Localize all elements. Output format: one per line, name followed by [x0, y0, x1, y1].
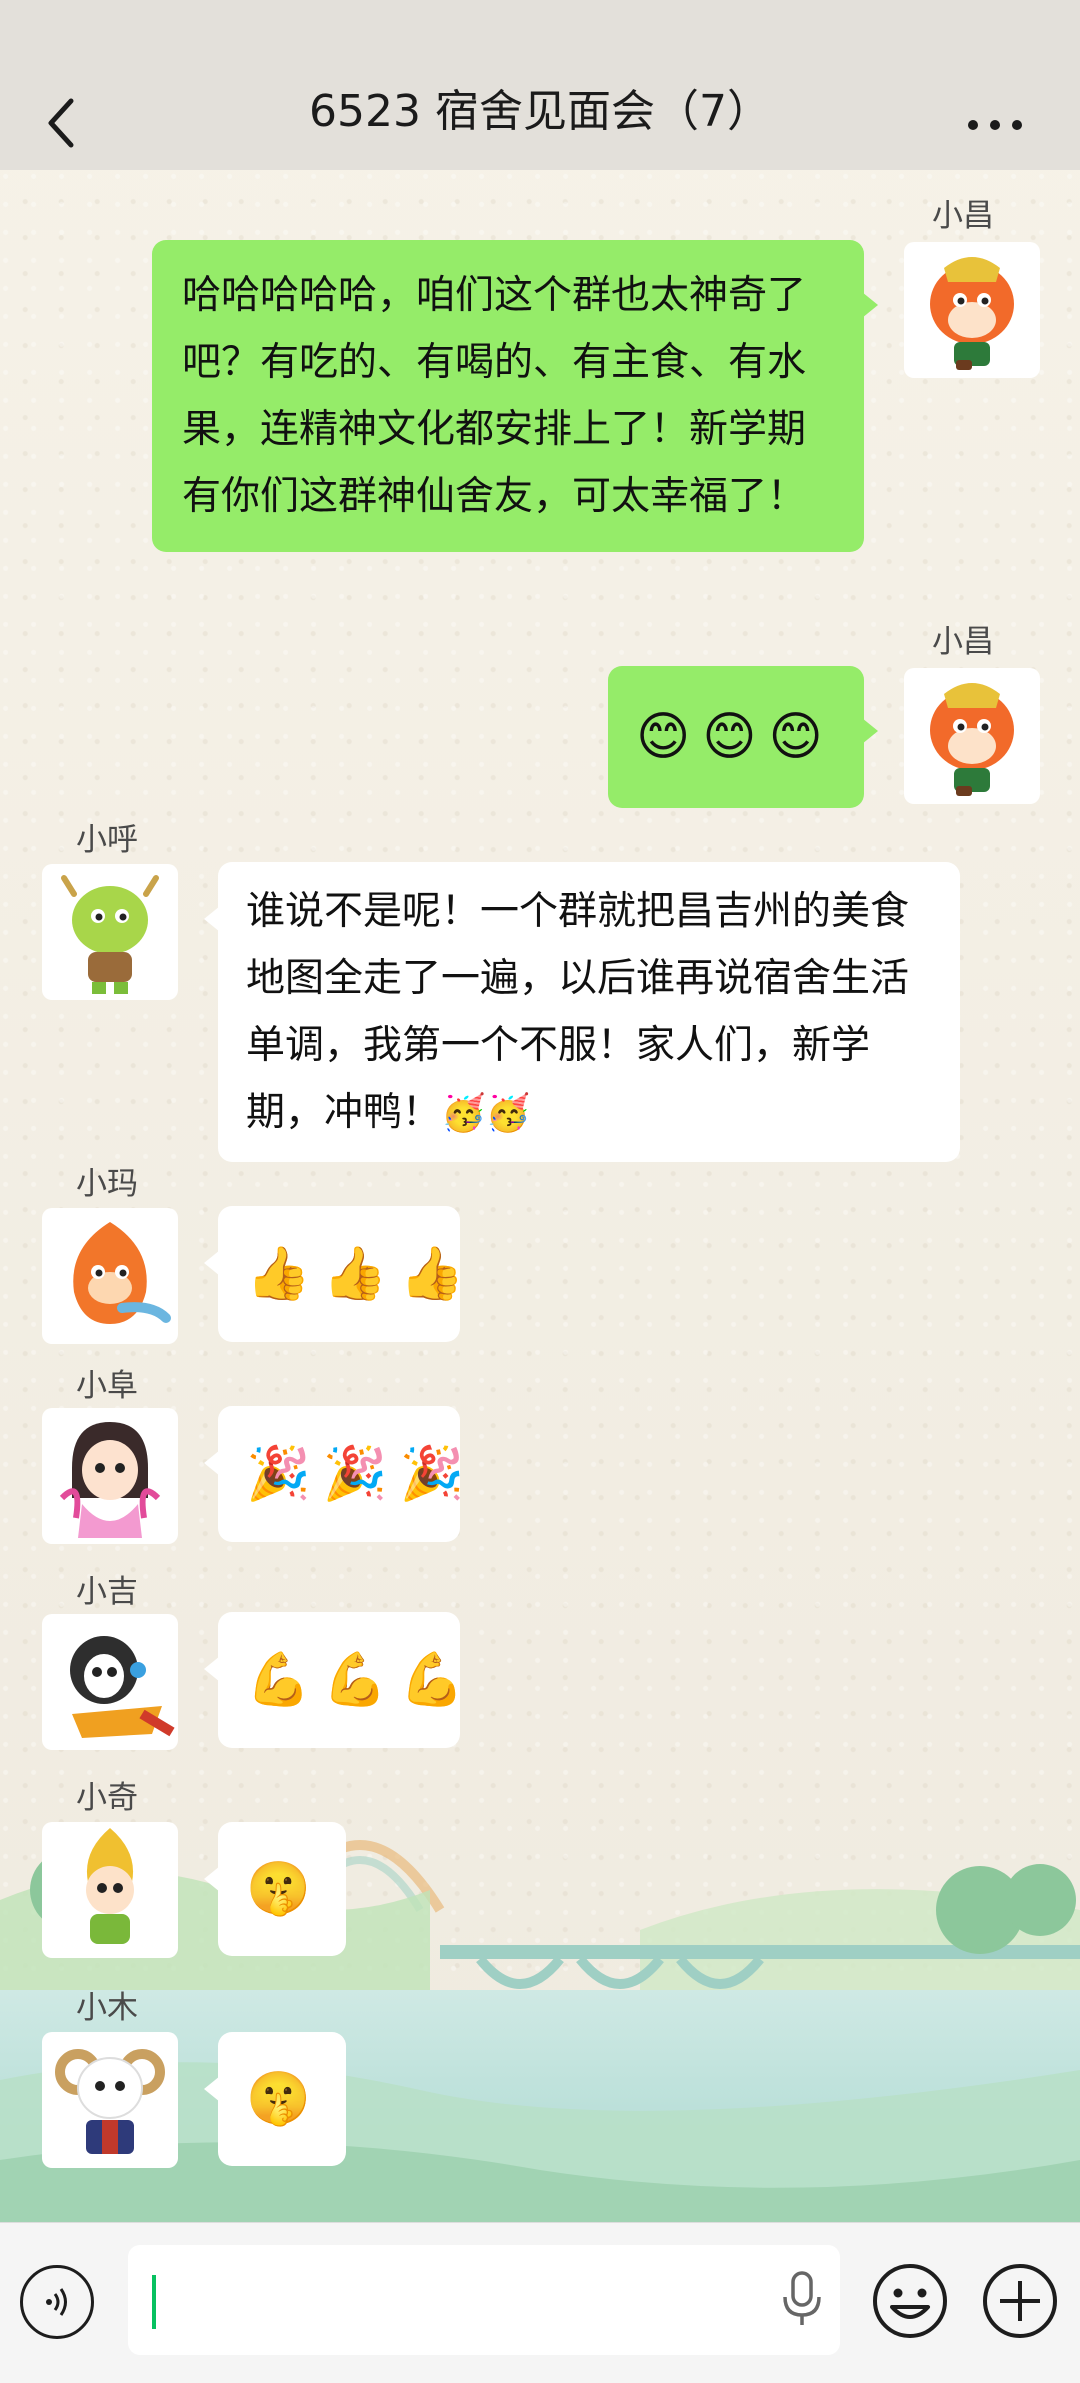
- avatar-xiaochang[interactable]: [904, 668, 1040, 804]
- sender-name: 小呼: [76, 822, 138, 858]
- sender-name: 小木: [76, 1990, 138, 2026]
- more-dot-icon: [990, 120, 1000, 130]
- voice-mode-button[interactable]: [20, 2265, 94, 2339]
- message-bubble[interactable]: 🤫: [204, 1822, 346, 1956]
- message-text: 谁说不是呢！一个群就把昌吉州的美食地图全走了一遍，以后谁再说宿舍生活单调，我第一…: [246, 889, 910, 1135]
- more-dot-icon: [1012, 120, 1022, 130]
- sender-name: 小昌: [932, 198, 994, 234]
- avatar-xiaomu[interactable]: [42, 2032, 178, 2168]
- sender-name: 小阜: [76, 1368, 138, 1404]
- more-dot-icon: [968, 120, 978, 130]
- smile-emoji: 😊: [636, 707, 691, 767]
- chat-title: 6523 宿舍见面会（7）: [309, 86, 771, 137]
- chevron-left-icon: [48, 98, 74, 148]
- more-actions-button[interactable]: [980, 2261, 1060, 2341]
- voice-wave-icon: [46, 2288, 67, 2316]
- party-popper-emoji: 🎉: [246, 1444, 311, 1504]
- partying-face-emoji: 🥳: [485, 1093, 531, 1134]
- smile-emoji: 😊: [768, 707, 823, 767]
- partying-face-emoji: 🥳: [441, 1093, 486, 1134]
- black-sheep-mascot-avatar-icon: [70, 1636, 175, 1738]
- message-bubble[interactable]: 🎉 🎉 🎉: [204, 1406, 464, 1542]
- horse-mascot-avatar-icon: [930, 257, 1014, 370]
- avatar-xiaohu[interactable]: [42, 864, 178, 1000]
- girl-mascot-avatar-icon: [59, 1422, 161, 1538]
- avatar-xiaoqi[interactable]: [42, 1822, 178, 1958]
- sender-name: 小吉: [76, 1574, 138, 1610]
- flexed-biceps-emoji: 💪: [322, 1650, 388, 1710]
- thumbs-up-emoji: 👍: [246, 1244, 311, 1304]
- plus-circle-icon: [983, 2264, 1057, 2338]
- party-popper-emoji: 🎉: [322, 1444, 388, 1504]
- message-text: 哈哈哈哈哈，咱们这个群也太神奇了吧？有吃的、有喝的、有主食、有水果，连精神文化都…: [182, 273, 807, 519]
- thumbs-up-emoji: 👍: [399, 1244, 465, 1304]
- thumbs-up-emoji: 👍: [322, 1244, 388, 1304]
- sender-name: 小玛: [76, 1166, 138, 1202]
- shushing-face-emoji: 🤫: [246, 1859, 311, 1919]
- text-cursor: [152, 2275, 156, 2329]
- shushing-face-emoji: 🤫: [246, 2069, 311, 2129]
- avatar-xiaoji[interactable]: [42, 1614, 178, 1750]
- message-bubble[interactable]: 🤫: [204, 2032, 346, 2166]
- more-options-button[interactable]: [950, 100, 1040, 150]
- mic-button[interactable]: [776, 2269, 828, 2329]
- wheat-mascot-avatar-icon: [86, 1828, 134, 1944]
- chat-input-bar: [0, 2222, 1080, 2383]
- fire-fox-mascot-avatar-icon: [73, 1222, 171, 1324]
- avatar-xiaoma[interactable]: [42, 1208, 178, 1344]
- party-popper-emoji: 🎉: [399, 1444, 465, 1504]
- back-button[interactable]: [26, 88, 96, 158]
- flexed-biceps-emoji: 💪: [399, 1650, 465, 1710]
- white-ram-mascot-avatar-icon: [55, 2049, 165, 2154]
- green-cow-mascot-avatar-icon: [61, 875, 159, 994]
- sender-name: 小奇: [76, 1780, 138, 1816]
- message-bubble[interactable]: 谁说不是呢！一个群就把昌吉州的美食地图全走了一遍，以后谁再说宿舍生活单调，我第一…: [204, 862, 960, 1162]
- message-input[interactable]: [128, 2245, 840, 2355]
- message-bubble[interactable]: 😊 😊 😊: [608, 666, 878, 808]
- emoji-button[interactable]: [870, 2261, 950, 2341]
- avatar-xiaofu[interactable]: [42, 1408, 178, 1544]
- chat-header: 6523 宿舍见面会（7）: [0, 0, 1080, 170]
- message-bubble[interactable]: 💪 💪 💪: [204, 1612, 464, 1748]
- horse-mascot-avatar-icon: [930, 683, 1014, 796]
- message-bubble[interactable]: 哈哈哈哈哈，咱们这个群也太神奇了吧？有吃的、有喝的、有主食、有水果，连精神文化都…: [152, 240, 878, 552]
- avatar-xiaochang[interactable]: [904, 242, 1040, 378]
- smiley-face-icon: [873, 2264, 947, 2338]
- smile-emoji: 😊: [702, 707, 757, 767]
- message-bubble[interactable]: 👍 👍 👍: [204, 1206, 464, 1342]
- sender-name: 小昌: [932, 624, 994, 660]
- microphone-icon: [783, 2271, 821, 2325]
- flexed-biceps-emoji: 💪: [246, 1650, 311, 1710]
